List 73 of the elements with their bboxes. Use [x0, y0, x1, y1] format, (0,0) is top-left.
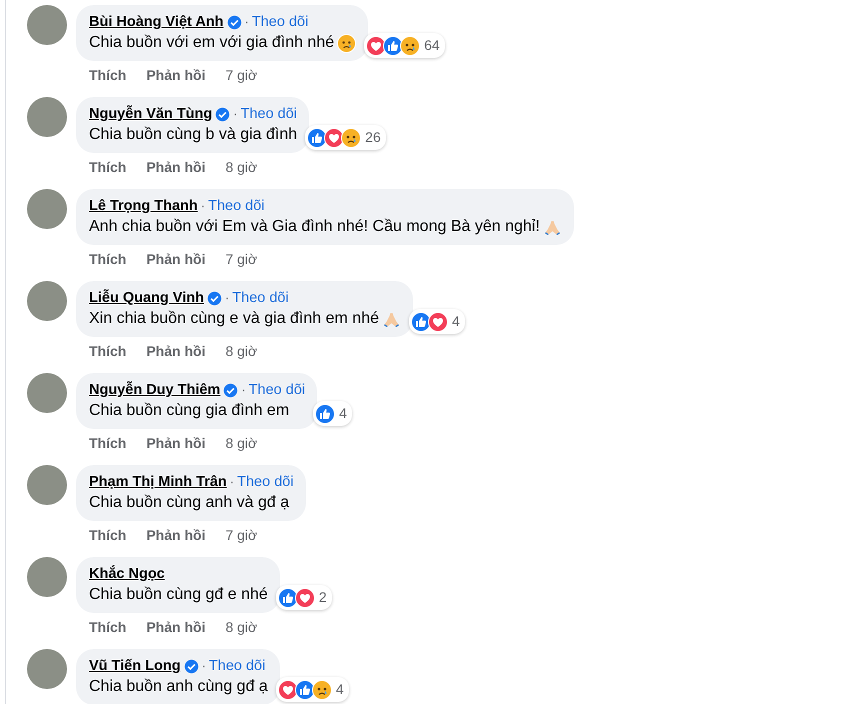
thumbs-up-icon — [410, 312, 431, 332]
separator-dot: · — [224, 289, 230, 307]
crying-face-icon — [312, 680, 332, 700]
reply-link[interactable]: Phản hồi — [146, 249, 206, 269]
like-link[interactable]: Thích — [89, 341, 126, 361]
timestamp: 8 giờ — [225, 618, 258, 637]
reactions-summary[interactable]: 26 — [305, 125, 386, 150]
follow-link[interactable]: Theo dõi — [208, 656, 266, 676]
avatar[interactable] — [27, 189, 67, 229]
crying-face-icon — [400, 36, 420, 56]
author-name-link[interactable]: Vũ Tiến Long — [89, 656, 181, 676]
avatar[interactable] — [27, 97, 67, 137]
comment-text: Chia buồn anh cùng gđ ạ — [89, 677, 268, 697]
follow-link[interactable]: Theo dõi — [252, 12, 308, 32]
author-name-link[interactable]: Phạm Thị Minh Trân — [89, 472, 227, 492]
separator-dot: · — [200, 197, 206, 215]
timestamp: 7 giờ — [225, 250, 258, 269]
avatar[interactable] — [27, 557, 67, 597]
like-link[interactable]: Thích — [89, 433, 126, 453]
timestamp: 8 giờ — [225, 434, 258, 453]
reactions-summary[interactable]: 4 — [313, 401, 352, 426]
reply-link[interactable]: Phản hồi — [146, 157, 206, 177]
reply-link[interactable]: Phản hồi — [146, 65, 206, 85]
thumbs-up-icon — [315, 404, 336, 424]
thumbs-up-icon — [278, 588, 298, 608]
crying-face-icon — [337, 34, 356, 52]
reactions-summary[interactable]: 4 — [408, 309, 465, 334]
reply-link[interactable]: Phản hồi — [146, 617, 206, 637]
reply-link[interactable]: Phản hồi — [146, 525, 206, 545]
avatar[interactable] — [27, 649, 67, 689]
crying-face-icon — [341, 128, 362, 148]
reactions-summary[interactable]: 4 — [276, 677, 349, 702]
timestamp: 8 giờ — [225, 342, 258, 361]
avatar[interactable] — [27, 281, 67, 321]
reply-link[interactable]: Phản hồi — [146, 433, 206, 453]
avatar[interactable] — [27, 373, 67, 413]
separator-dot: · — [202, 657, 206, 675]
avatar[interactable] — [27, 465, 67, 505]
timestamp: 8 giờ — [225, 158, 258, 177]
separator-dot: · — [244, 13, 249, 31]
like-link[interactable]: Thích — [89, 65, 126, 85]
comment-text: Chia buồn cùng gia đình em — [89, 401, 290, 421]
separator-dot: · — [230, 473, 234, 491]
like-link[interactable]: Thích — [89, 157, 126, 177]
follow-link[interactable]: Theo dõi — [240, 104, 298, 124]
follow-link[interactable]: Theo dõi — [248, 380, 306, 400]
like-link[interactable]: Thích — [89, 249, 126, 269]
like-link[interactable]: Thích — [89, 617, 126, 637]
separator-dot: · — [241, 381, 246, 399]
author-name-link[interactable]: Nguyễn Văn Tùng — [89, 104, 212, 124]
reactions-summary[interactable]: 64 — [364, 33, 445, 58]
avatar[interactable] — [27, 5, 67, 45]
author-name-link[interactable]: Liễu Quang Vinh — [89, 288, 204, 308]
follow-link[interactable]: Theo dõi — [237, 472, 294, 492]
comment-text: Chia buồn cùng gđ e nhé — [89, 585, 268, 605]
separator-dot: · — [233, 105, 238, 123]
thumbs-up-icon — [294, 680, 315, 700]
author-name-link[interactable]: Bùi Hoàng Việt Anh — [89, 12, 224, 32]
follow-link[interactable]: Theo dõi — [232, 288, 289, 308]
reactions-summary[interactable]: 2 — [276, 585, 332, 610]
comment-text: Xin chia buồn cùng e và gia đình em nhé — [89, 309, 379, 329]
comment-text: Chia buồn với em với gia đình nhé — [89, 33, 334, 53]
reply-link[interactable]: Phản hồi — [146, 341, 206, 361]
author-name-link[interactable]: Khắc Ngọc — [89, 564, 165, 584]
like-link[interactable]: Thích — [89, 525, 126, 545]
timestamp: 7 giờ — [225, 526, 258, 545]
comment-text: Chia buồn cùng b và gia đình — [89, 125, 298, 145]
follow-link[interactable]: Theo dõi — [208, 196, 265, 216]
comment-text: Anh chia buồn với Em và Gia đình nhé! Cầu mong Bà yên nghỉ! — [89, 217, 540, 237]
timestamp: 7 giờ — [225, 66, 258, 85]
comment-text: Chia buồn cùng anh và gđ ạ — [89, 493, 290, 513]
author-name-link[interactable]: Nguyễn Duy Thiêm — [89, 380, 220, 400]
author-name-link[interactable]: Lê Trọng Thanh — [89, 196, 198, 216]
